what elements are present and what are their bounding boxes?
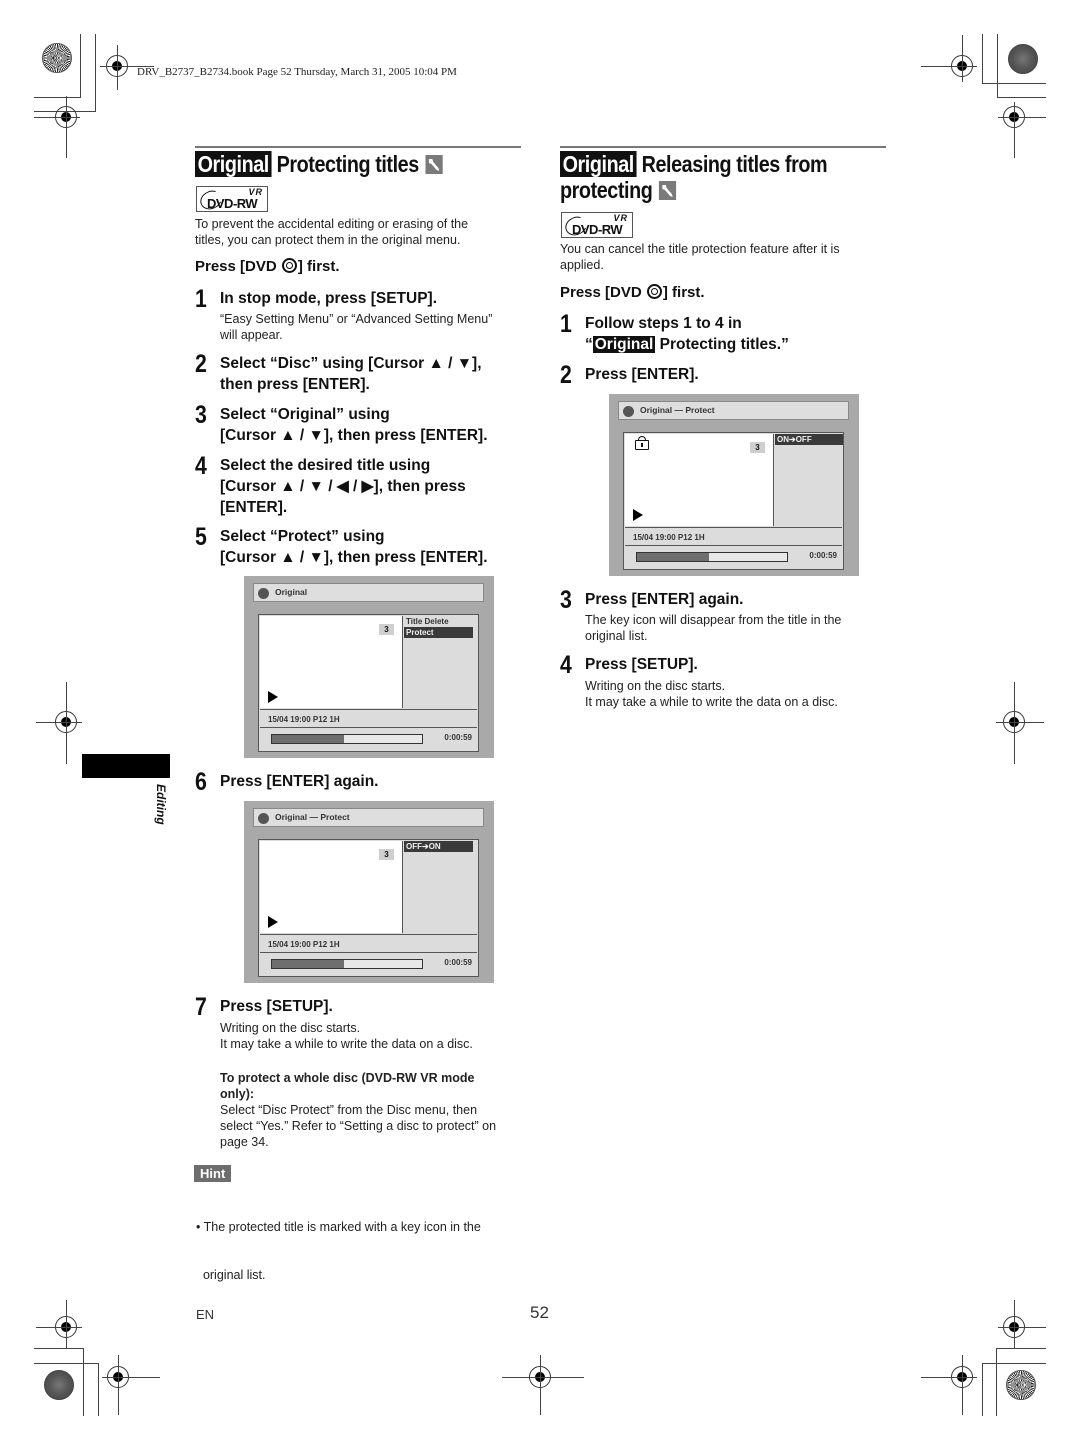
elapsed-time: 0:00:59 [444,733,472,742]
chapter-tab [82,754,170,778]
disc-icon [258,588,269,599]
screen-menu: OFF➔ON [404,841,478,933]
progress-bar [271,734,423,744]
menu-item-title-delete[interactable]: Title Delete [404,616,473,627]
play-icon [633,509,643,521]
color-target-icon [1008,44,1038,74]
progress-bar [636,552,788,562]
tv-screen-protect-off-on: Original — Protect 3 OFF➔ON 15/04 19:00 … [244,801,494,983]
color-target-icon [44,1370,74,1400]
title-info: 15/04 19:00 P12 1H [260,934,477,953]
original-badge: Original [592,336,656,353]
section-rule [560,146,886,148]
menu-item-off-to-on[interactable]: OFF➔ON [404,841,473,852]
color-target-icon [1006,1370,1036,1400]
disc-icon [623,406,634,417]
screen-titlebar: Original — Protect [253,808,484,827]
hint-badge: Hint [194,1165,232,1182]
key-lock-icon [635,436,649,450]
tv-screen-protect-on-off: Original — Protect 3 ON➔OFF 15/04 19:00 … [609,394,859,576]
press-dvd-first: Press [DVD ] first. [560,284,705,301]
intro-text: To prevent the accidental editing or era… [195,217,469,247]
color-target-icon [42,43,72,73]
wrench-icon [659,181,677,200]
whole-disc-note: To protect a whole disc (DVD-RW VR mode … [220,1071,497,1149]
section-title-protecting: Original Protecting titles [195,151,443,177]
title-text: Protecting titles [276,151,420,177]
progress-bar [271,959,423,969]
print-header: DRV_B2737_B2734.book Page 52 Thursday, M… [137,66,457,78]
screen-menu: ON➔OFF [775,434,843,526]
play-icon [268,916,278,928]
title-number: 3 [379,849,394,860]
press-dvd-first: Press [DVD ] first. [195,258,340,275]
language-code: EN [196,1307,215,1322]
tv-screen-original-menu: Original 3 Title Delete Protect 15/04 19… [244,576,494,758]
hint-text: • The protected title is marked with a k… [196,1220,481,1282]
wrench-icon [425,155,443,174]
section-title-releasing-line2: protecting [560,177,677,203]
chapter-label: Editing [154,784,168,825]
intro-text: You can cancel the title protection feat… [560,242,840,272]
title-preview: 3 [260,616,403,708]
menu-item-on-to-off[interactable]: ON➔OFF [775,434,843,445]
dvd-rw-vr-logo: VR DVD-RW [196,186,268,213]
dvd-rw-vr-logo: VR DVD-RW [561,212,633,239]
title-info: 15/04 19:00 P12 1H [625,527,842,546]
elapsed-time: 0:00:59 [444,958,472,967]
screen-titlebar: Original [253,583,484,602]
original-badge: Original [195,151,272,177]
menu-item-protect[interactable]: Protect [404,627,473,638]
screen-menu: Title Delete Protect [404,616,478,708]
elapsed-time: 0:00:59 [809,551,837,560]
title-number: 3 [379,624,394,635]
title-number: 3 [750,442,765,453]
screen-titlebar: Original — Protect [618,401,849,420]
disc-icon [258,813,269,824]
dvd-button-icon [646,284,662,299]
original-badge: Original [560,151,637,177]
title-preview: 3 [260,841,403,933]
play-icon [268,691,278,703]
title-info: 15/04 19:00 P12 1H [260,709,477,728]
section-title-releasing: Original Releasing titles from [560,151,828,177]
section-rule [195,146,521,148]
page-number: 52 [530,1303,549,1322]
dvd-button-icon [281,258,297,273]
title-preview: 3 [625,434,774,526]
